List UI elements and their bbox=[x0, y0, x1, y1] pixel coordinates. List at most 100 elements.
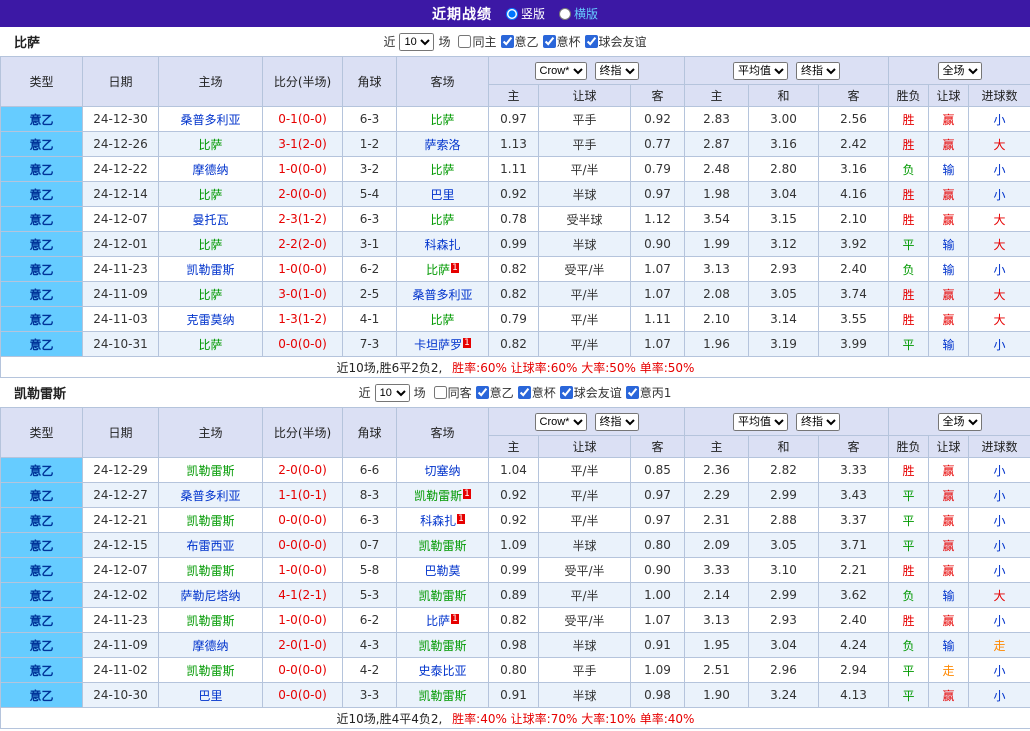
cell-home-team-text[interactable]: 比萨 bbox=[198, 238, 222, 252]
cell-away-team-text[interactable]: 卡坦萨罗 bbox=[414, 338, 462, 352]
bookmaker-select[interactable]: Crow* bbox=[535, 413, 587, 431]
cell-home-team-text[interactable]: 布雷西亚 bbox=[186, 539, 234, 553]
cell-home-team-text[interactable]: 比萨 bbox=[198, 138, 222, 152]
cell-league-text: 意乙 bbox=[29, 338, 53, 352]
cell-home-team-text[interactable]: 摩德纳 bbox=[192, 639, 228, 653]
cell-home-team-text[interactable]: 比萨 bbox=[198, 188, 222, 202]
cell-avg-home-text: 2.87 bbox=[703, 137, 730, 151]
filter-checkbox-option[interactable]: 同客 bbox=[434, 384, 472, 401]
layout-horizontal-option[interactable]: 横版 bbox=[559, 5, 598, 22]
filter-checkbox[interactable] bbox=[626, 386, 639, 399]
cell-avg-draw: 3.05 bbox=[749, 533, 819, 558]
final-index-select-2[interactable]: 终指 bbox=[796, 62, 840, 80]
filter-checkbox-option[interactable]: 球会友谊 bbox=[585, 33, 647, 50]
final-index-select[interactable]: 终指 bbox=[595, 413, 639, 431]
cell-home-team-text[interactable]: 凯勒雷斯 bbox=[186, 263, 234, 277]
filter-checkbox[interactable] bbox=[543, 35, 556, 48]
filter-checkbox-option[interactable]: 意丙1 bbox=[626, 384, 672, 401]
cell-odds-away-text: 1.07 bbox=[644, 613, 671, 627]
team-name[interactable]: 凯勒雷斯 bbox=[14, 383, 66, 402]
cell-away-team-text[interactable]: 比萨 bbox=[426, 263, 450, 277]
horizontal-radio[interactable] bbox=[559, 8, 571, 20]
filter-checkbox-option[interactable]: 意杯 bbox=[518, 384, 556, 401]
cell-away-team-text[interactable]: 史泰比亚 bbox=[418, 664, 466, 678]
cell-away-team-text[interactable]: 凯勒雷斯 bbox=[418, 639, 466, 653]
cell-home-team-text[interactable]: 萨勒尼塔纳 bbox=[180, 589, 240, 603]
cell-handicap-text: 平/半 bbox=[570, 313, 598, 327]
layout-vertical-option[interactable]: 竖版 bbox=[506, 5, 545, 22]
cell-home-team-text[interactable]: 桑普多利亚 bbox=[180, 489, 240, 503]
filter-checkbox-option[interactable]: 意杯 bbox=[543, 33, 581, 50]
cell-home-team-text[interactable]: 桑普多利亚 bbox=[180, 113, 240, 127]
filter-checkbox[interactable] bbox=[434, 386, 447, 399]
fullmatch-select[interactable]: 全场 bbox=[938, 62, 982, 80]
average-select[interactable]: 平均值 bbox=[733, 413, 788, 431]
filter-checkbox-option[interactable]: 意乙 bbox=[501, 33, 539, 50]
cell-away-team-text[interactable]: 比萨 bbox=[426, 614, 450, 628]
filter-checkbox[interactable] bbox=[458, 35, 471, 48]
filter-checkbox[interactable] bbox=[585, 35, 598, 48]
cell-home-team: 凯勒雷斯 bbox=[159, 508, 263, 533]
cell-away-team-text[interactable]: 切塞纳 bbox=[424, 464, 460, 478]
cell-home-team-text[interactable]: 曼托瓦 bbox=[192, 213, 228, 227]
cell-away-team-text[interactable]: 科森扎 bbox=[424, 238, 460, 252]
filter-checkbox[interactable] bbox=[560, 386, 573, 399]
cell-handicap: 受平/半 bbox=[539, 608, 631, 633]
cell-away-team-text[interactable]: 巴勒莫 bbox=[424, 564, 460, 578]
cell-result-wdl: 负 bbox=[889, 583, 929, 608]
cell-avg-home: 2.51 bbox=[685, 658, 749, 683]
filter-checkbox[interactable] bbox=[476, 386, 489, 399]
cell-away-team-text[interactable]: 凯勒雷斯 bbox=[414, 489, 462, 503]
cell-home-team-text[interactable]: 克雷莫纳 bbox=[186, 313, 234, 327]
cell-avg-draw-text: 3.05 bbox=[770, 287, 797, 301]
cell-result-handicap-text: 赢 bbox=[942, 689, 954, 703]
cell-avg-draw-text: 3.00 bbox=[770, 112, 797, 126]
cell-home-team-text[interactable]: 巴里 bbox=[198, 689, 222, 703]
cell-odds-home: 0.82 bbox=[489, 608, 539, 633]
fullmatch-select[interactable]: 全场 bbox=[938, 413, 982, 431]
cell-handicap: 半球 bbox=[539, 683, 631, 708]
cell-league: 意乙 bbox=[1, 132, 83, 157]
cell-home-team-text[interactable]: 摩德纳 bbox=[192, 163, 228, 177]
team-name[interactable]: 比萨 bbox=[14, 32, 40, 51]
cell-score-text: 1-0(0-0) bbox=[278, 563, 327, 577]
bookmaker-select[interactable]: Crow* bbox=[535, 62, 587, 80]
cell-away-team-text[interactable]: 凯勒雷斯 bbox=[418, 689, 466, 703]
cell-home-team-text[interactable]: 比萨 bbox=[198, 338, 222, 352]
cell-corners: 6-2 bbox=[343, 257, 397, 282]
cell-avg-away-text: 2.40 bbox=[840, 262, 867, 276]
cell-result-handicap: 输 bbox=[929, 633, 969, 658]
filter-checkbox[interactable] bbox=[518, 386, 531, 399]
cell-away-team-text[interactable]: 萨索洛 bbox=[424, 138, 460, 152]
recent-count-select[interactable]: 10 bbox=[399, 33, 434, 51]
cell-away-team-text[interactable]: 凯勒雷斯 bbox=[418, 589, 466, 603]
cell-home-team-text[interactable]: 比萨 bbox=[198, 288, 222, 302]
filter-checkbox-option[interactable]: 同主 bbox=[458, 33, 496, 50]
cell-away-team-text[interactable]: 凯勒雷斯 bbox=[418, 539, 466, 553]
vertical-radio[interactable] bbox=[506, 8, 518, 20]
cell-corners-text: 4-2 bbox=[360, 663, 380, 677]
cell-away-team-text[interactable]: 比萨 bbox=[430, 113, 454, 127]
cell-home-team-text[interactable]: 凯勒雷斯 bbox=[186, 664, 234, 678]
cell-away-team-text[interactable]: 比萨 bbox=[430, 163, 454, 177]
final-index-select-2[interactable]: 终指 bbox=[796, 413, 840, 431]
cell-away-team-text[interactable]: 巴里 bbox=[430, 188, 454, 202]
average-select[interactable]: 平均值 bbox=[733, 62, 788, 80]
cell-away-team-text[interactable]: 科森扎 bbox=[420, 514, 456, 528]
cell-corners: 4-2 bbox=[343, 658, 397, 683]
cell-home-team-text[interactable]: 凯勒雷斯 bbox=[186, 514, 234, 528]
recent-count-select[interactable]: 10 bbox=[375, 384, 410, 402]
cell-result-goals: 小 bbox=[969, 157, 1030, 182]
cell-avg-home-text: 1.96 bbox=[703, 337, 730, 351]
cell-home-team-text[interactable]: 凯勒雷斯 bbox=[186, 464, 234, 478]
cell-home-team-text[interactable]: 凯勒雷斯 bbox=[186, 564, 234, 578]
filter-checkbox-option[interactable]: 球会友谊 bbox=[560, 384, 622, 401]
cell-away-team-text[interactable]: 比萨 bbox=[430, 313, 454, 327]
col-result-goals: 进球数 bbox=[969, 436, 1030, 458]
cell-away-team-text[interactable]: 比萨 bbox=[430, 213, 454, 227]
filter-checkbox[interactable] bbox=[501, 35, 514, 48]
cell-home-team-text[interactable]: 凯勒雷斯 bbox=[186, 614, 234, 628]
final-index-select[interactable]: 终指 bbox=[595, 62, 639, 80]
cell-away-team-text[interactable]: 桑普多利亚 bbox=[412, 288, 472, 302]
filter-checkbox-option[interactable]: 意乙 bbox=[476, 384, 514, 401]
